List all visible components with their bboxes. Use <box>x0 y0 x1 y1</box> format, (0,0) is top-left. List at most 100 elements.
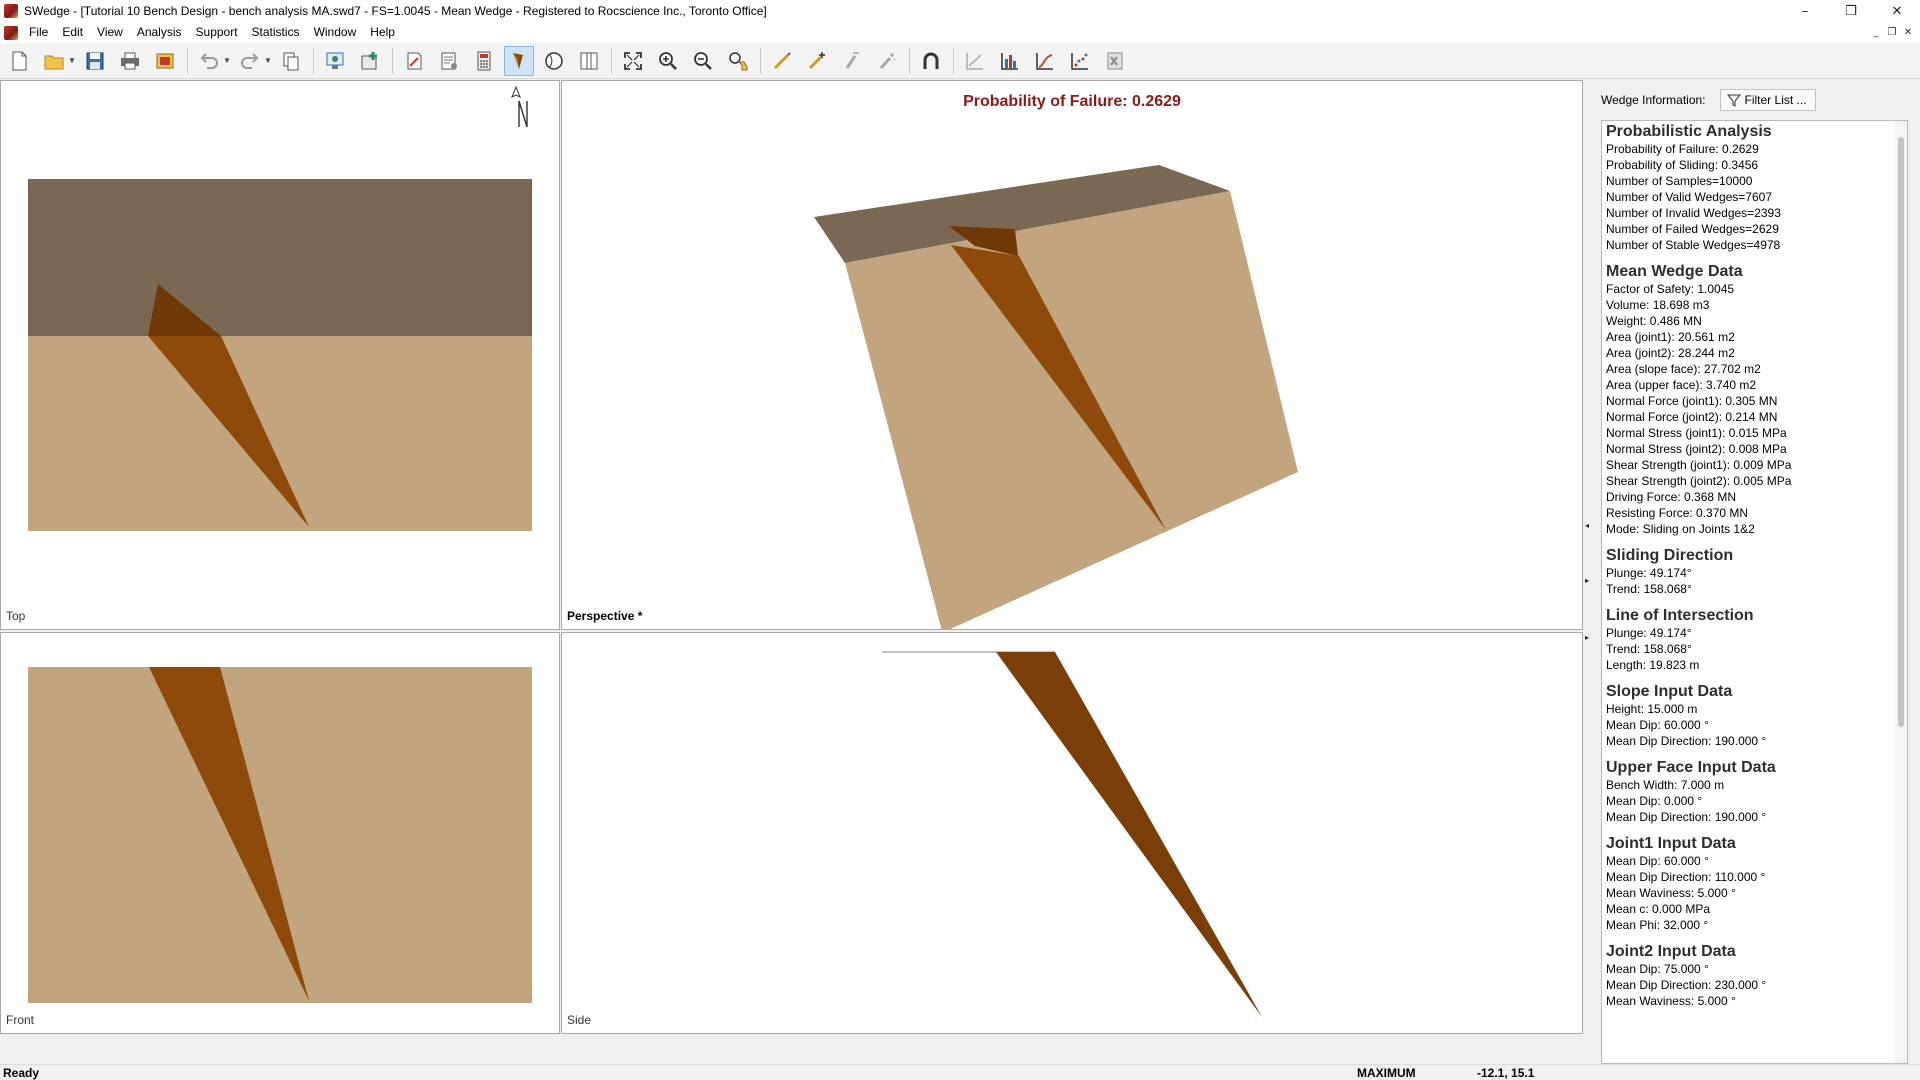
perspective-view-label: Perspective * <box>567 609 643 623</box>
slope-face <box>845 191 1298 629</box>
wedge-information-list[interactable]: Probabilistic Analysis Probability of Fai… <box>1601 120 1908 1064</box>
maximize-button[interactable]: ❐ <box>1828 0 1874 22</box>
info-line: Resisting Force: 0.370 MN <box>1606 506 1749 520</box>
perspective-view-canvas <box>814 165 1298 629</box>
input-data-button[interactable] <box>320 46 350 76</box>
info-section-title: Line of Intersection <box>1606 607 1754 624</box>
mdi-close-button[interactable]: ✕ <box>1900 24 1916 40</box>
excel-icon <box>1107 52 1123 69</box>
field-data-button[interactable] <box>399 46 429 76</box>
magnet-icon <box>923 52 939 69</box>
pan-button[interactable] <box>723 46 753 76</box>
toolbar-separator <box>909 47 910 74</box>
new-file-button[interactable] <box>4 46 34 76</box>
info-line: Area (upper face): 3.740 m2 <box>1606 378 1757 392</box>
undo-icon <box>200 52 218 69</box>
redo-button[interactable] <box>235 46 265 76</box>
scrollbar-thumb[interactable] <box>1898 137 1904 727</box>
minimize-button[interactable]: – <box>1782 0 1828 22</box>
export-image-button[interactable] <box>150 46 180 76</box>
mdi-restore-button[interactable]: ❐ <box>1884 24 1900 40</box>
histogram-button[interactable] <box>995 46 1025 76</box>
collapse-panel-icon[interactable]: ◂ <box>1583 518 1591 532</box>
measure-button[interactable] <box>767 46 797 76</box>
remove-pin-button[interactable] <box>837 46 867 76</box>
magnet-button[interactable] <box>916 46 946 76</box>
wedge-side <box>996 652 1262 1017</box>
window-controls: – ❐ ✕ <box>1782 0 1920 22</box>
info-line: Driving Force: 0.368 MN <box>1606 490 1737 504</box>
copy-icon <box>283 52 299 70</box>
print-button[interactable] <box>115 46 145 76</box>
zoom-in-button[interactable] <box>653 46 683 76</box>
zoom-all-icon <box>624 51 642 70</box>
front-view[interactable]: Front <box>0 632 560 1034</box>
info-line: Trend: 158.068° <box>1606 642 1692 656</box>
slope-face <box>28 336 532 531</box>
analysis-settings-icon <box>441 52 457 69</box>
status-coordinates: -12.1, 15.1 <box>1477 1065 1535 1080</box>
splitter-arrow-icon[interactable]: ▸ <box>1583 630 1591 644</box>
redo-dropdown[interactable]: ▼ <box>264 46 272 76</box>
info-line: Shear Strength (joint1): 0.009 MPa <box>1606 458 1792 472</box>
app-logo-icon <box>4 4 18 18</box>
top-view-canvas <box>28 85 532 531</box>
cumulative-button[interactable] <box>1030 46 1060 76</box>
info-line: Volume: 18.698 m3 <box>1606 298 1710 312</box>
close-button[interactable]: ✕ <box>1874 0 1920 22</box>
perspective-view[interactable]: Probability of Failure: 0.2629 Perspecti… <box>561 80 1583 630</box>
top-view[interactable]: Top <box>0 80 560 630</box>
info-line: Mean Dip Direction: 230.000 ° <box>1606 978 1767 992</box>
wedge-information-panel: Wedge Information: Filter List ... Proba… <box>1591 80 1920 1064</box>
wedge-view-button[interactable] <box>504 45 534 76</box>
info-line: Shear Strength (joint2): 0.005 MPa <box>1606 474 1792 488</box>
stereonet-button[interactable] <box>539 46 569 76</box>
info-line: Height: 15.000 m <box>1606 702 1698 716</box>
panel-header: Wedge Information: Filter List ... <box>1591 80 1920 120</box>
open-button[interactable] <box>39 46 69 76</box>
menu-support[interactable]: Support <box>189 22 245 43</box>
scatter-icon <box>1071 52 1088 70</box>
menu-help[interactable]: Help <box>363 22 402 43</box>
line-chart-button[interactable] <box>960 46 990 76</box>
filter-list-button[interactable]: Filter List ... <box>1719 89 1816 111</box>
menu-view[interactable]: View <box>90 22 130 43</box>
pan-icon <box>729 51 748 70</box>
undo-dropdown[interactable]: ▼ <box>223 46 231 76</box>
info-line: Area (joint1): 20.561 m2 <box>1606 330 1735 344</box>
undo-button[interactable] <box>194 46 224 76</box>
menu-statistics[interactable]: Statistics <box>245 22 307 43</box>
measure-icon <box>773 51 791 69</box>
expand-panel-icon[interactable]: ▸ <box>1583 573 1591 587</box>
info-line: Normal Force (joint1): 0.305 MN <box>1606 394 1778 408</box>
menu-file[interactable]: File <box>22 22 55 43</box>
wand-icon <box>879 52 896 69</box>
info-section-title: Slope Input Data <box>1606 683 1733 700</box>
compute-button[interactable] <box>469 46 499 76</box>
menu-window[interactable]: Window <box>307 22 364 43</box>
compute-icon <box>477 51 491 70</box>
open-dropdown[interactable]: ▼ <box>68 46 76 76</box>
excel-button[interactable] <box>1100 46 1130 76</box>
side-view[interactable]: Side <box>561 632 1583 1034</box>
analysis-settings-button[interactable] <box>434 46 464 76</box>
redo-icon <box>241 52 259 69</box>
mdi-minimize-button[interactable]: _ <box>1868 24 1884 40</box>
document-icon[interactable] <box>4 25 18 40</box>
menu-analysis[interactable]: Analysis <box>130 22 189 43</box>
zoom-out-button[interactable] <box>688 46 718 76</box>
scatter-button[interactable] <box>1065 46 1095 76</box>
wand-button[interactable] <box>872 46 902 76</box>
info-content: Probabilistic Analysis Probability of Fai… <box>1602 122 1892 1009</box>
copy-button[interactable] <box>276 46 306 76</box>
info-section-title: Probabilistic Analysis <box>1606 123 1772 140</box>
histogram-icon <box>1001 52 1018 70</box>
field-data-icon <box>407 52 422 69</box>
split-view-button[interactable] <box>574 46 604 76</box>
zoom-all-button[interactable] <box>618 46 648 76</box>
menu-edit[interactable]: Edit <box>55 22 90 43</box>
add-pin-button[interactable] <box>802 46 832 76</box>
info-scrollbar[interactable] <box>1895 121 1907 1063</box>
add-joint-button[interactable] <box>355 46 385 76</box>
save-button[interactable] <box>80 46 110 76</box>
